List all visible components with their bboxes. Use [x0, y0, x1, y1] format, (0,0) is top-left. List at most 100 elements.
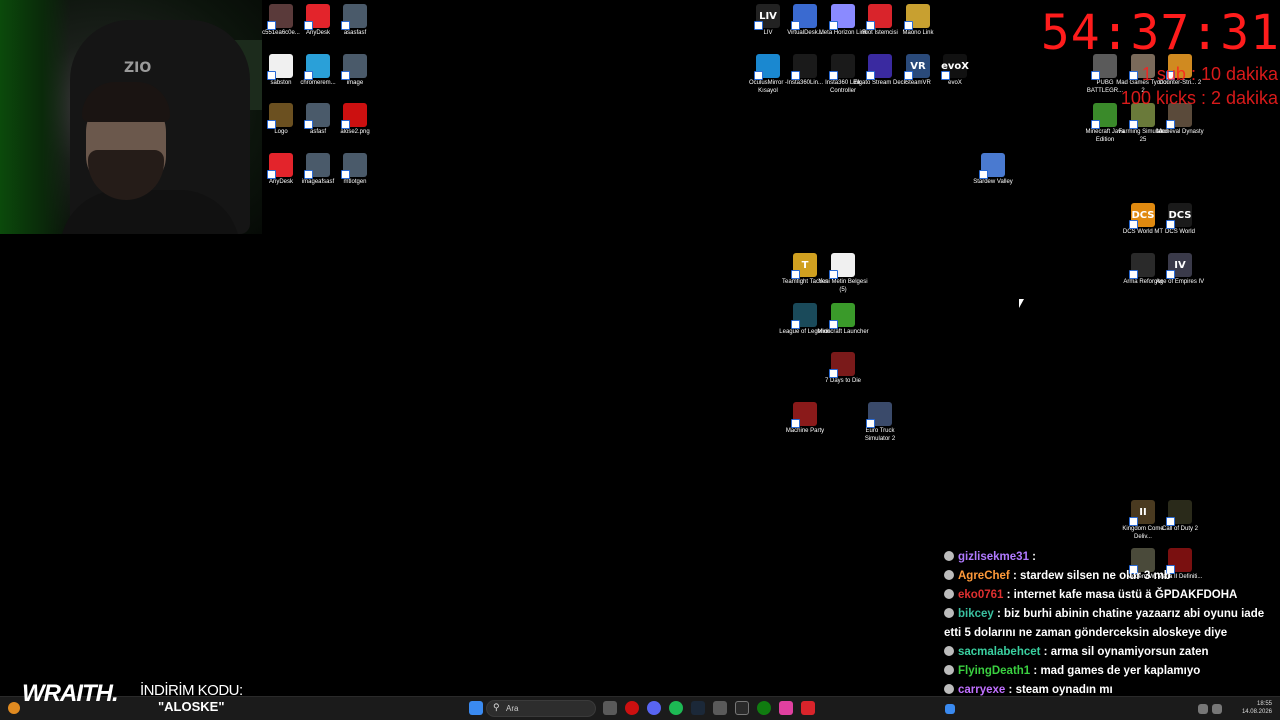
- desktop-icon[interactable]: Machine Party: [778, 402, 832, 436]
- app-icon: [341, 54, 367, 80]
- chat-badge-icon: [944, 608, 954, 618]
- app-icon: [341, 4, 367, 30]
- green-light: [0, 0, 70, 234]
- desktop-icon-label: Minecraft Launcher: [817, 329, 869, 335]
- chat-text: arma sil oynamiyorsun zaten: [1050, 646, 1209, 658]
- app-icon[interactable]: [779, 701, 793, 715]
- app-icon: T: [791, 253, 817, 279]
- app-icon: [304, 54, 330, 80]
- chat-badge-icon: [944, 551, 954, 561]
- chat-username[interactable]: AgreChef: [958, 570, 1010, 582]
- desktop-icon-label: Call of Duty 2: [1161, 526, 1198, 532]
- app-icon: [1166, 500, 1192, 526]
- desktop-icon[interactable]: IV Age of Empires IV: [1153, 253, 1207, 287]
- app-icon: DCS: [1129, 203, 1155, 229]
- chat-separator: :: [993, 608, 1005, 620]
- chat-separator: :: [1030, 665, 1041, 677]
- chat-text: mad games de yer kaplamıyo: [1040, 665, 1201, 677]
- chat-username[interactable]: carryexe: [958, 684, 1005, 696]
- desktop-icon-label: image: [346, 80, 364, 86]
- sponsor-brand: WRAITH.: [22, 680, 119, 707]
- app-icon: LIV: [754, 4, 780, 30]
- weather-icon[interactable]: [8, 702, 20, 714]
- task-view-icon[interactable]: [603, 701, 617, 715]
- riot-icon[interactable]: [801, 701, 815, 715]
- chat-username[interactable]: gizlisekme31: [958, 551, 1029, 563]
- goal-sub: 1 sub : 10 dakika: [1141, 64, 1278, 84]
- desktop-icon-label: Machine Party: [785, 428, 825, 434]
- mouse-cursor-icon: [1019, 299, 1024, 308]
- app-icon: [829, 352, 855, 378]
- app-icon: [341, 153, 367, 179]
- app-icon: [1129, 253, 1155, 279]
- desktop-icon[interactable]: Stardew Valley: [966, 153, 1020, 187]
- discord-icon[interactable]: [647, 701, 661, 715]
- promo-code: "ALOSKE": [158, 699, 225, 714]
- desktop-icon[interactable]: DCS DCS World: [1153, 203, 1207, 237]
- app-icon: [267, 54, 293, 80]
- app-icon: IV: [1166, 253, 1192, 279]
- app-icon: [791, 4, 817, 30]
- chat-message: AgreChef : stardew silsen ne olur 3 mb: [942, 567, 1280, 586]
- opera-icon[interactable]: [625, 701, 639, 715]
- streamer-hair: [82, 82, 170, 122]
- desktop-icon[interactable]: Minecraft Launcher: [816, 303, 870, 337]
- desktop-icon[interactable]: evoX evoX: [928, 54, 982, 88]
- chat-separator: :: [1028, 551, 1036, 563]
- desktop-icon-label: 7 Days to Die: [824, 378, 861, 384]
- subathon-timer: 54:37:31: [1040, 5, 1280, 61]
- chat-message: sacmalabehcet : arma sil oynamiyorsun za…: [942, 643, 1280, 662]
- chat-username[interactable]: sacmalabehcet: [958, 646, 1040, 658]
- chat-username[interactable]: eko0761: [958, 589, 1003, 601]
- desktop-icon[interactable]: Call of Duty 2: [1153, 500, 1207, 534]
- chat-badge-icon: [944, 646, 954, 656]
- tray-icon[interactable]: [945, 704, 955, 714]
- desktop-icon-label: DCS World: [1165, 229, 1195, 235]
- chat-username[interactable]: FlyingDeath1: [958, 665, 1030, 677]
- desktop-icon[interactable]: asasfasf: [328, 4, 382, 38]
- steam-icon[interactable]: [691, 701, 705, 715]
- chat-message: eko0761 : internet kafe masa üstü ä ĞPDA…: [942, 586, 1280, 605]
- chat-badge-icon: [944, 570, 954, 580]
- search-input[interactable]: ⚲ Ara: [486, 700, 596, 717]
- app-icon: [904, 4, 930, 30]
- app-icon: evoX: [941, 54, 969, 80]
- desktop-icon[interactable]: mtlotgen: [328, 153, 382, 187]
- desktop-icon[interactable]: 7 Days to Die: [816, 352, 870, 386]
- goal-kicks: 100 kicks : 2 dakika: [1120, 88, 1278, 108]
- chair-logo: ZIO: [124, 60, 152, 76]
- app-icon: [829, 54, 855, 80]
- explorer-icon[interactable]: [713, 701, 727, 715]
- app-icon: [1091, 103, 1117, 129]
- chat-message: FlyingDeath1 : mad games de yer kaplamıy…: [942, 662, 1280, 681]
- desktop-icon[interactable]: Maono Link: [891, 4, 945, 38]
- app-icon: [829, 253, 855, 279]
- app-icon: II: [1129, 500, 1155, 526]
- chat-text: internet kafe masa üstü ä ĞPDAKFDOHA: [1013, 589, 1238, 601]
- capcut-icon[interactable]: [735, 701, 749, 715]
- desktop-icon-label: evoX: [948, 80, 962, 86]
- start-icon[interactable]: [469, 701, 483, 715]
- chat-text: stardew silsen ne olur 3 mb: [1020, 570, 1171, 582]
- app-icon: [866, 402, 892, 428]
- app-icon: VR: [904, 54, 930, 80]
- spotify-icon[interactable]: [669, 701, 683, 715]
- chat-separator: :: [1009, 570, 1020, 582]
- xbox-icon[interactable]: [757, 701, 771, 715]
- volume-icon[interactable]: [1212, 704, 1222, 714]
- app-icon: [791, 402, 817, 428]
- chat-message: gizlisekme31 :: [942, 548, 1280, 567]
- chat-username[interactable]: bikcey: [958, 608, 994, 620]
- clock[interactable]: 18:55 14.08.2026: [1242, 700, 1272, 716]
- desktop-icon[interactable]: Yeni Metin Belgesi (5): [816, 253, 870, 294]
- desktop-icon-label: Yeni Metin Belgesi (5): [818, 279, 868, 293]
- chat-badge-icon: [944, 589, 954, 599]
- desktop-icon[interactable]: alose2.png: [328, 103, 382, 137]
- app-icon: [791, 303, 817, 329]
- desktop-icon[interactable]: image: [328, 54, 382, 88]
- chat-separator: :: [1005, 684, 1016, 696]
- network-icon[interactable]: [1198, 704, 1208, 714]
- desktop-icon[interactable]: Euro Truck Simulator 2: [853, 402, 907, 443]
- app-icon: [829, 303, 855, 329]
- desktop-icon-label: Euro Truck Simulator 2: [864, 428, 896, 442]
